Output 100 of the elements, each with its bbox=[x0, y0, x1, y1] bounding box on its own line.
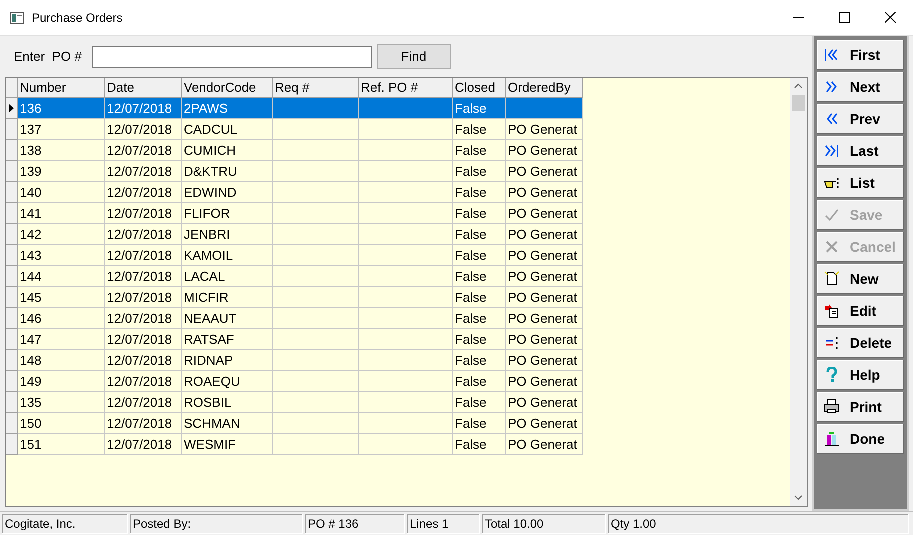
table-cell: PO Generat bbox=[506, 119, 583, 140]
table-cell: 12/07/2018 bbox=[105, 434, 182, 455]
po-number-field[interactable] bbox=[92, 46, 372, 68]
table-cell: 136 bbox=[18, 98, 105, 119]
table-cell: 138 bbox=[18, 140, 105, 161]
table-cell: PO Generat bbox=[506, 371, 583, 392]
table-row[interactable]: 143 12/07/2018 KAMOIL False PO Generat bbox=[6, 245, 583, 266]
table-cell: SCHMAN bbox=[182, 413, 273, 434]
app-icon bbox=[10, 12, 24, 24]
table-cell: PO Generat bbox=[506, 224, 583, 245]
close-icon[interactable] bbox=[884, 12, 896, 23]
table-cell: False bbox=[453, 224, 506, 245]
table-cell: EDWIND bbox=[182, 182, 273, 203]
table-cell: False bbox=[453, 140, 506, 161]
table-row[interactable]: 139 12/07/2018 D&KTRU False PO Generat bbox=[6, 161, 583, 182]
scroll-thumb[interactable] bbox=[792, 95, 805, 111]
table-cell: NEAAUT bbox=[182, 308, 273, 329]
table-row[interactable]: 146 12/07/2018 NEAAUT False PO Generat bbox=[6, 308, 583, 329]
header-corner bbox=[6, 78, 18, 98]
status-field: Lines 1 bbox=[407, 514, 480, 534]
table-cell: False bbox=[453, 182, 506, 203]
table-cell: 135 bbox=[18, 392, 105, 413]
cancel-icon bbox=[824, 239, 840, 255]
print-button[interactable]: Print bbox=[817, 392, 904, 422]
table-cell: 143 bbox=[18, 245, 105, 266]
table-row[interactable]: 140 12/07/2018 EDWIND False PO Generat bbox=[6, 182, 583, 203]
table-cell: PO Generat bbox=[506, 413, 583, 434]
save-icon bbox=[824, 207, 840, 223]
table-cell: 139 bbox=[18, 161, 105, 182]
table-cell: False bbox=[453, 203, 506, 224]
next-button[interactable]: Next bbox=[817, 72, 904, 102]
table-cell: 141 bbox=[18, 203, 105, 224]
table-row[interactable]: 150 12/07/2018 SCHMAN False PO Generat bbox=[6, 413, 583, 434]
column-header[interactable]: Ref. PO # bbox=[359, 78, 453, 98]
prev-button[interactable]: Prev bbox=[817, 104, 904, 134]
table-row[interactable]: 144 12/07/2018 LACAL False PO Generat bbox=[6, 266, 583, 287]
find-button[interactable]: Find bbox=[376, 44, 451, 69]
new-button[interactable]: New bbox=[817, 264, 904, 294]
table-row[interactable]: 147 12/07/2018 RATSAF False PO Generat bbox=[6, 329, 583, 350]
table-cell: KAMOIL bbox=[182, 245, 273, 266]
done-button[interactable]: Done bbox=[817, 424, 904, 454]
maximize-icon[interactable] bbox=[838, 12, 850, 23]
table-cell: RIDNAP bbox=[182, 350, 273, 371]
table-cell: RATSAF bbox=[182, 329, 273, 350]
table-row[interactable]: 141 12/07/2018 FLIFOR False PO Generat bbox=[6, 203, 583, 224]
table-cell: PO Generat bbox=[506, 434, 583, 455]
table-cell: PO Generat bbox=[506, 203, 583, 224]
table-cell: 12/07/2018 bbox=[105, 224, 182, 245]
table-cell: False bbox=[453, 392, 506, 413]
table-cell: PO Generat bbox=[506, 161, 583, 182]
table-row[interactable]: 149 12/07/2018 ROAEQU False PO Generat bbox=[6, 371, 583, 392]
table-row[interactable]: 145 12/07/2018 MICFIR False PO Generat bbox=[6, 287, 583, 308]
table-row[interactable]: 151 12/07/2018 WESMIF False PO Generat bbox=[6, 434, 583, 455]
first-button[interactable]: First bbox=[817, 40, 904, 70]
column-header[interactable]: Req # bbox=[273, 78, 359, 98]
list-button[interactable]: List bbox=[817, 168, 904, 198]
edit-button[interactable]: Edit bbox=[817, 296, 904, 326]
table-cell: 12/07/2018 bbox=[105, 392, 182, 413]
window-title: Purchase Orders bbox=[32, 10, 124, 24]
table-row[interactable]: 148 12/07/2018 RIDNAP False PO Generat bbox=[6, 350, 583, 371]
first-icon bbox=[824, 47, 840, 63]
table-cell: 12/07/2018 bbox=[105, 350, 182, 371]
table-cell: D&KTRU bbox=[182, 161, 273, 182]
row-header[interactable] bbox=[6, 98, 18, 119]
column-header[interactable]: VendorCode bbox=[182, 78, 273, 98]
table-cell: PO Generat bbox=[506, 308, 583, 329]
table-cell: 12/07/2018 bbox=[105, 308, 182, 329]
column-header[interactable]: Number bbox=[18, 78, 105, 98]
table-cell: 146 bbox=[18, 308, 105, 329]
column-header[interactable]: Date bbox=[105, 78, 182, 98]
table-cell: False bbox=[453, 266, 506, 287]
last-button[interactable]: Last bbox=[817, 136, 904, 166]
table-cell: False bbox=[453, 434, 506, 455]
table-row[interactable]: 137 12/07/2018 CADCUL False PO Generat bbox=[6, 119, 583, 140]
table-cell: False bbox=[453, 245, 506, 266]
table-cell: PO Generat bbox=[506, 350, 583, 371]
table-cell: 149 bbox=[18, 371, 105, 392]
table-cell: False bbox=[453, 350, 506, 371]
table-cell: 144 bbox=[18, 266, 105, 287]
help-icon bbox=[824, 367, 840, 383]
table-row[interactable]: 142 12/07/2018 JENBRI False PO Generat bbox=[6, 224, 583, 245]
table-cell: WESMIF bbox=[182, 434, 273, 455]
table-cell: 140 bbox=[18, 182, 105, 203]
list-icon bbox=[824, 175, 840, 191]
table-cell: 12/07/2018 bbox=[105, 140, 182, 161]
help-button[interactable]: Help bbox=[817, 360, 904, 390]
column-header[interactable]: OrderedBy bbox=[506, 78, 583, 98]
column-header[interactable]: Closed bbox=[453, 78, 506, 98]
table-row[interactable]: 135 12/07/2018 ROSBIL False PO Generat bbox=[6, 392, 583, 413]
table-cell: 12/07/2018 bbox=[105, 161, 182, 182]
delete-button[interactable]: Delete bbox=[817, 328, 904, 358]
po-number-label: Enter PO # bbox=[14, 49, 82, 64]
status-field: Cogitate, Inc. bbox=[2, 514, 128, 534]
vertical-scrollbar[interactable] bbox=[790, 78, 807, 506]
table-cell: 2PAWS bbox=[182, 98, 273, 119]
table-row[interactable]: 138 12/07/2018 CUMICH False PO Generat bbox=[6, 140, 583, 161]
table-row[interactable]: 136 12/07/2018 2PAWS False bbox=[6, 98, 583, 119]
print-icon bbox=[824, 399, 840, 415]
table-cell: 12/07/2018 bbox=[105, 245, 182, 266]
table-cell: PO Generat bbox=[506, 266, 583, 287]
